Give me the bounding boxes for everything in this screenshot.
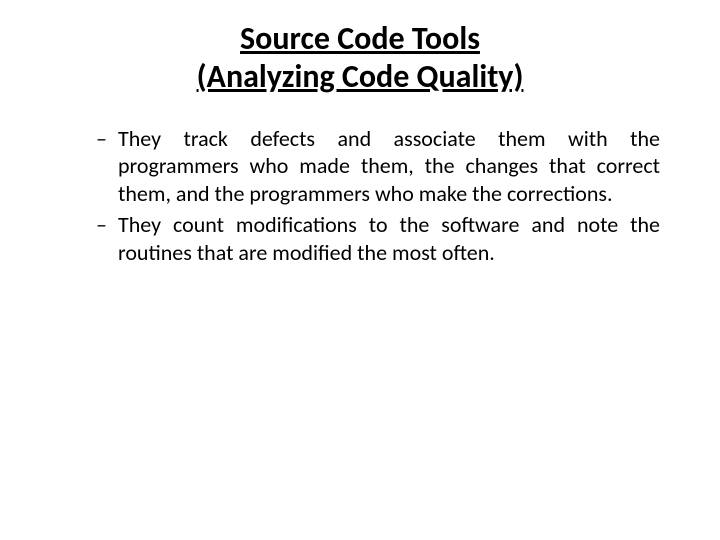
list-item: They count modifications to the software… [100, 211, 660, 266]
title-line-2: (Analyzing Code Quality) [197, 57, 524, 96]
list-item: They track defects and associate them wi… [100, 125, 660, 208]
bullet-text: They track defects and associate them wi… [118, 125, 660, 207]
title-line-1: Source Code Tools [240, 19, 480, 58]
bullet-list: They track defects and associate them wi… [60, 125, 660, 267]
bullet-text: They count modifications to the software… [118, 211, 660, 266]
slide-title: Source Code Tools (Analyzing Code Qualit… [60, 20, 660, 97]
